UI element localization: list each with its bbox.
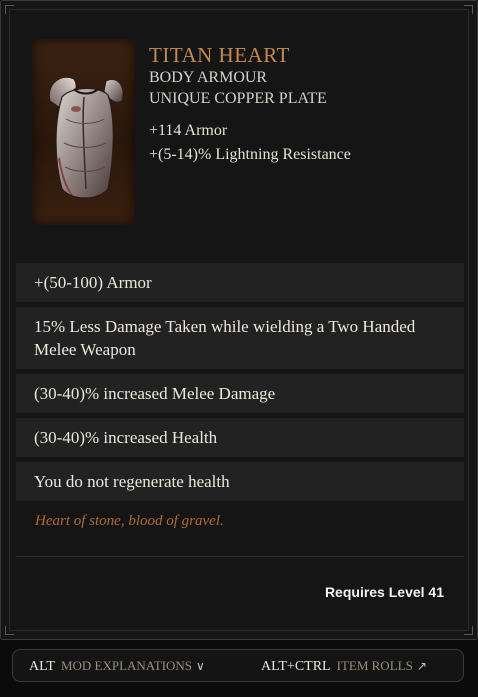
item-rolls-label: ITEM ROLLS bbox=[336, 658, 413, 673]
chevron-down-icon: ∨ bbox=[196, 659, 205, 673]
tooltip-footer: ALT MOD EXPLANATIONS ∨ ALT+CTRL ITEM ROLLS ↗ bbox=[12, 649, 464, 682]
arrow-up-right-icon: ↗ bbox=[416, 659, 427, 673]
flavor-text: Heart of stone, blood of gravel. bbox=[35, 513, 224, 529]
item-header: TITAN HEART BODY ARMOUR UNIQUE COPPER PL… bbox=[149, 43, 459, 167]
affix-row: You do not regenerate health bbox=[16, 462, 464, 501]
base-stat-lightning-resistance: +(5-14)% Lightning Resistance bbox=[149, 146, 351, 163]
item-rarity-line: UNIQUE COPPER PLATE bbox=[149, 90, 327, 107]
item-tooltip: TITAN HEART BODY ARMOUR UNIQUE COPPER PL… bbox=[0, 0, 478, 640]
item-image bbox=[32, 39, 135, 225]
divider bbox=[16, 556, 464, 557]
affix-row: +(50-100) Armor bbox=[16, 263, 464, 302]
hotkey-label: ALT+CTRL bbox=[261, 659, 331, 674]
frame-corner bbox=[464, 5, 473, 14]
item-rolls-button[interactable]: ALT+CTRL ITEM ROLLS ↗ bbox=[261, 657, 427, 676]
frame-corner bbox=[464, 626, 473, 635]
mod-explanations-label: MOD EXPLANATIONS bbox=[60, 658, 193, 673]
affix-list: +(50-100) Armor 15% Less Damage Taken wh… bbox=[16, 263, 464, 506]
frame-corner bbox=[5, 626, 14, 635]
hotkey-label: ALT bbox=[29, 659, 55, 674]
item-name: TITAN HEART bbox=[149, 43, 290, 67]
level-requirement: Requires Level 41 bbox=[324, 584, 444, 600]
mod-explanations-button[interactable]: ALT MOD EXPLANATIONS ∨ bbox=[29, 657, 205, 676]
frame-corner bbox=[5, 5, 14, 14]
affix-row: 15% Less Damage Taken while wielding a T… bbox=[16, 307, 464, 369]
affix-row: (30-40)% increased Health bbox=[16, 418, 464, 457]
base-stat-armor: +114 Armor bbox=[149, 122, 228, 139]
item-type-line: BODY ARMOUR bbox=[149, 69, 268, 86]
affix-row: (30-40)% increased Melee Damage bbox=[16, 374, 464, 413]
base-stats: +114 Armor +(5-14)% Lightning Resistance bbox=[149, 119, 459, 167]
body-armour-icon bbox=[48, 76, 124, 199]
